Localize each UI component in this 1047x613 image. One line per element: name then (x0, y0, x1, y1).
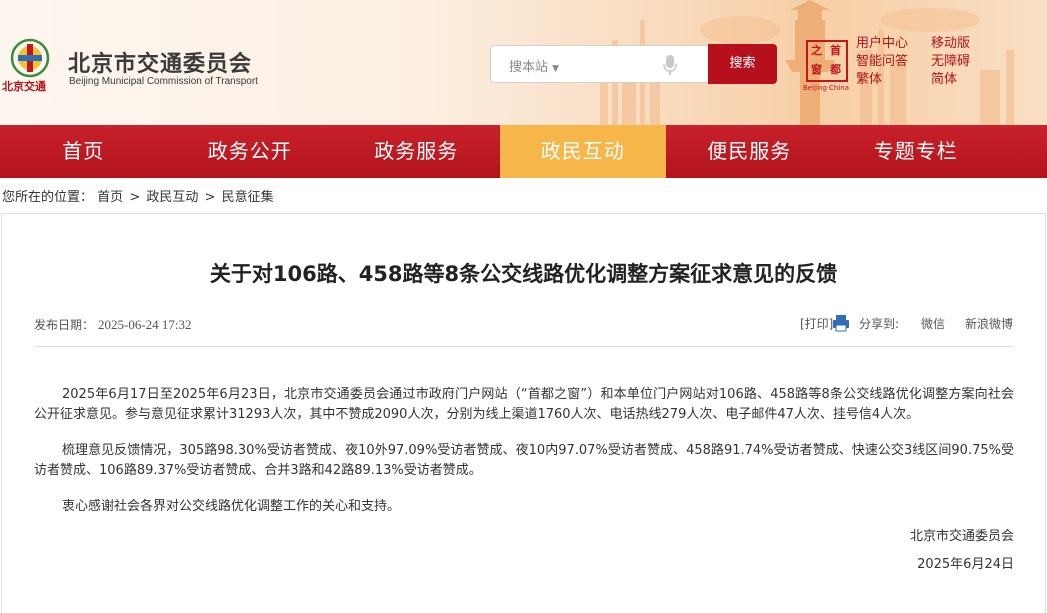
link-mobile[interactable]: 移动版 (931, 35, 970, 53)
search-scope-label: 搜本站 (509, 60, 549, 75)
nav-item-gov-services[interactable]: 政务服务 (333, 125, 500, 178)
breadcrumb: 您所在的位置： 首页 > 政民互动 > 民意征集 (2, 186, 274, 205)
seal-char-1: 首 (830, 44, 841, 57)
article-title: 关于对106路、458路等8条公交线路优化调整方案征求意见的反馈 (209, 262, 838, 286)
share-label: 分享到: (859, 317, 900, 331)
print-link[interactable]: [打印] (800, 315, 833, 332)
search-button[interactable]: 搜索 (708, 44, 777, 84)
mic-icon[interactable] (663, 54, 677, 76)
publish-date: 发布日期： 2025-06-24 17:32 (34, 316, 192, 333)
divider (34, 346, 1014, 347)
logo-text: 北京交通 (2, 80, 46, 93)
breadcrumb-opinion[interactable]: 民意征集 (222, 190, 274, 205)
print-icon[interactable] (832, 314, 850, 332)
seal-char-2: 都 (830, 63, 841, 76)
emblem-icon (10, 38, 50, 78)
link-accessibility[interactable]: 无障碍 (931, 53, 970, 71)
breadcrumb-separator: > (129, 190, 141, 205)
capital-window-logo[interactable]: 首 都 之 窗 (806, 40, 848, 82)
publish-date-value: 2025-06-24 17:32 (98, 317, 192, 332)
nav-item-interaction[interactable]: 政民互动 (499, 125, 666, 178)
search-input[interactable]: 搜本站 ▼ (490, 45, 712, 83)
nav-item-special-topics[interactable]: 专题专栏 (833, 125, 1000, 178)
link-user-center[interactable]: 用户中心 (856, 35, 908, 53)
site-title-en: Beijing Municipal Commission of Transpor… (69, 76, 258, 87)
article-paragraph: 梳理意见反馈情况，305路98.30%受访者赞成、夜10外97.09%受访者赞成… (34, 443, 1014, 478)
search-scope-select[interactable]: 搜本站 ▼ (509, 56, 559, 75)
share-wechat[interactable]: 微信 (921, 315, 945, 332)
publish-date-label: 发布日期： (34, 318, 95, 332)
seal-char-4: 窗 (811, 63, 822, 76)
site-title[interactable]: 北京市交通委员会 (68, 46, 252, 78)
breadcrumb-home[interactable]: 首页 (97, 190, 123, 205)
breadcrumb-interaction[interactable]: 政民互动 (146, 190, 198, 205)
top-links-col1: 用户中心 智能问答 繁体 (856, 35, 908, 89)
site-header: 北京交通 北京市交通委员会 Beijing Municipal Commissi… (0, 0, 1047, 125)
seal-char-3: 之 (811, 44, 822, 57)
capital-window-caption: Beijing·China (803, 84, 850, 92)
breadcrumb-prefix: 您所在的位置： (2, 190, 94, 205)
chevron-down-icon: ▼ (552, 64, 560, 74)
nav-item-home[interactable]: 首页 (0, 125, 167, 178)
main-nav: 首页 政务公开 政务服务 政民互动 便民服务 专题专栏 (0, 125, 1047, 178)
link-traditional[interactable]: 繁体 (856, 71, 908, 89)
article-paragraph: 2025年6月17日至2025年6月23日，北京市交通委员会通过市政府门户网站（… (34, 387, 1014, 422)
signature-org: 北京市交通委员会 (909, 529, 1014, 544)
link-smart-qa[interactable]: 智能问答 (856, 53, 908, 71)
link-simplified[interactable]: 简体 (931, 71, 970, 89)
signature-date: 2025年6月24日 (917, 557, 1014, 572)
nav-item-gov-affairs[interactable]: 政务公开 (167, 125, 334, 178)
top-links-col2: 移动版 无障碍 简体 (931, 35, 970, 89)
article-paragraph: 衷心感谢社会各界对公交线路优化调整工作的关心和支持。 (62, 499, 401, 514)
breadcrumb-separator: > (204, 190, 216, 205)
share-weibo[interactable]: 新浪微博 (965, 315, 1013, 332)
nav-item-public-services[interactable]: 便民服务 (666, 125, 833, 178)
